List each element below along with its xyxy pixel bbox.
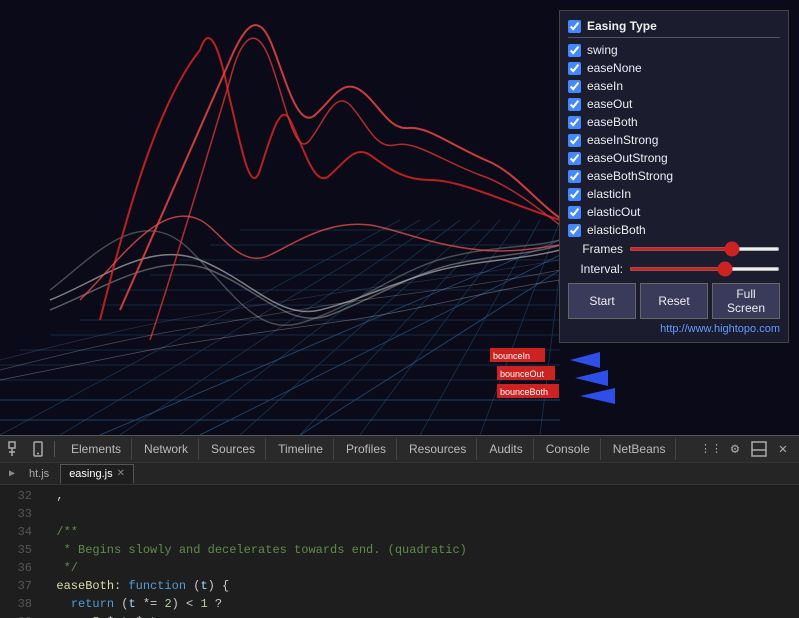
frames-slider-row: Frames <box>568 239 780 259</box>
frames-label: Frames <box>568 242 623 256</box>
mobile-icon[interactable] <box>28 439 48 459</box>
cb-easeBothStrong[interactable] <box>568 170 581 183</box>
code-editor: 32 33 34 35 36 37 38 39 40 41 , /** * Be… <box>0 485 799 618</box>
toolbar-right-icons: ⋮⋮ ⚙ ✕ <box>701 439 793 459</box>
line-num-34: 34 <box>0 523 32 541</box>
tab-profiles[interactable]: Profiles <box>336 438 397 460</box>
cb-elasticBoth-label: elasticBoth <box>587 223 646 237</box>
code-text[interactable]: , /** * Begins slowly and decelerates to… <box>36 485 799 618</box>
cb-easeIn-label: easeIn <box>587 79 623 93</box>
code-line-36: */ <box>42 559 799 577</box>
svg-text:bounceIn: bounceIn <box>493 351 530 361</box>
code-line-35: * Begins slowly and decelerates towards … <box>42 541 799 559</box>
line-num-33: 33 <box>0 505 32 523</box>
hightopo-link[interactable]: http://www.hightopo.com <box>660 323 780 335</box>
tab-audits[interactable]: Audits <box>479 438 533 460</box>
checkbox-row-easeInStrong: easeInStrong <box>568 131 780 149</box>
fullscreen-button[interactable]: Full Screen <box>712 283 780 319</box>
file-tab-close-icon[interactable]: ✕ <box>117 468 125 479</box>
code-line-33 <box>42 505 799 523</box>
cb-elasticOut[interactable] <box>568 206 581 219</box>
line-num-39: 39 <box>0 613 32 618</box>
cb-elasticIn[interactable] <box>568 188 581 201</box>
tab-scroll-left[interactable]: ▶ <box>4 464 20 484</box>
line-num-36: 36 <box>0 559 32 577</box>
tab-network[interactable]: Network <box>134 438 199 460</box>
frames-slider[interactable] <box>629 247 780 251</box>
visualization-area: bounceIn bounceOut bounceBoth Easing Typ… <box>0 0 799 435</box>
checkbox-row-easeBoth: easeBoth <box>568 113 780 131</box>
cb-easeBoth-label: easeBoth <box>587 115 638 129</box>
file-tab-htjs-name: ht.js <box>29 468 49 480</box>
header-checkbox[interactable] <box>568 20 581 33</box>
control-panel: Easing Type swing easeNone easeIn easeOu… <box>559 10 789 343</box>
dock-icon[interactable] <box>749 439 769 459</box>
link-row: http://www.hightopo.com <box>568 319 780 336</box>
cb-easeOutStrong[interactable] <box>568 152 581 165</box>
cb-easeNone-label: easeNone <box>587 61 642 75</box>
cb-swing[interactable] <box>568 44 581 57</box>
interval-slider[interactable] <box>629 267 780 271</box>
code-line-37: easeBoth: function (t) { <box>42 577 799 595</box>
cb-easeBoth[interactable] <box>568 116 581 129</box>
cb-elasticIn-label: elasticIn <box>587 187 631 201</box>
cb-easeOutStrong-label: easeOutStrong <box>587 151 668 165</box>
close-devtools-icon[interactable]: ✕ <box>773 439 793 459</box>
line-num-32: 32 <box>0 487 32 505</box>
cb-easeIn[interactable] <box>568 80 581 93</box>
file-tab-htjs[interactable]: ht.js <box>20 464 58 484</box>
cb-swing-label: swing <box>587 43 618 57</box>
panel-header: Easing Type <box>568 17 780 38</box>
more-tools-icon[interactable]: ⋮⋮ <box>701 439 721 459</box>
tab-sources[interactable]: Sources <box>201 438 266 460</box>
checkbox-row-easeNone: easeNone <box>568 59 780 77</box>
checkbox-row-easeBothStrong: easeBothStrong <box>568 167 780 185</box>
code-line-39: .5 * t * t : <box>42 613 799 618</box>
tab-console[interactable]: Console <box>536 438 601 460</box>
tab-resources[interactable]: Resources <box>399 438 477 460</box>
cb-easeNone[interactable] <box>568 62 581 75</box>
toolbar-separator <box>54 441 55 457</box>
cb-easeBothStrong-label: easeBothStrong <box>587 169 673 183</box>
settings-icon[interactable]: ⚙ <box>725 439 745 459</box>
interval-slider-row: Interval: <box>568 259 780 279</box>
line-num-37: 37 <box>0 577 32 595</box>
line-num-38: 38 <box>0 595 32 613</box>
cb-elasticOut-label: elasticOut <box>587 205 640 219</box>
devtools-toolbar: Elements Network Sources Timeline Profil… <box>0 435 799 463</box>
code-line-38: return (t *= 2) < 1 ? <box>42 595 799 613</box>
svg-text:bounceOut: bounceOut <box>500 369 545 379</box>
code-line-32: , <box>42 487 799 505</box>
file-tab-easingjs[interactable]: easing.js ✕ <box>60 464 134 484</box>
tab-elements[interactable]: Elements <box>61 438 132 460</box>
cb-easeInStrong[interactable] <box>568 134 581 147</box>
reset-button[interactable]: Reset <box>640 283 708 319</box>
checkbox-row-easeOutStrong: easeOutStrong <box>568 149 780 167</box>
interval-label: Interval: <box>568 262 623 276</box>
file-tabs-bar: ▶ ht.js easing.js ✕ <box>0 463 799 485</box>
checkbox-row-easeOut: easeOut <box>568 95 780 113</box>
code-line-34: /** <box>42 523 799 541</box>
line-numbers: 32 33 34 35 36 37 38 39 40 41 <box>0 485 36 618</box>
checkbox-row-elasticBoth: elasticBoth <box>568 221 780 239</box>
start-button[interactable]: Start <box>568 283 636 319</box>
checkbox-row-swing: swing <box>568 41 780 59</box>
cb-easeOut[interactable] <box>568 98 581 111</box>
checkbox-row-easeIn: easeIn <box>568 77 780 95</box>
tab-timeline[interactable]: Timeline <box>268 438 334 460</box>
tab-netbeans[interactable]: NetBeans <box>603 438 677 460</box>
svg-text:bounceBoth: bounceBoth <box>500 387 548 397</box>
checkbox-row-elasticIn: elasticIn <box>568 185 780 203</box>
cb-easeOut-label: easeOut <box>587 97 632 111</box>
inspect-icon[interactable] <box>6 439 26 459</box>
checkbox-row-elasticOut: elasticOut <box>568 203 780 221</box>
cb-elasticBoth[interactable] <box>568 224 581 237</box>
cb-easeInStrong-label: easeInStrong <box>587 133 658 147</box>
file-tab-easingjs-name: easing.js <box>69 468 112 480</box>
line-num-35: 35 <box>0 541 32 559</box>
panel-header-label: Easing Type <box>587 19 657 33</box>
button-row: Start Reset Full Screen <box>568 283 780 319</box>
